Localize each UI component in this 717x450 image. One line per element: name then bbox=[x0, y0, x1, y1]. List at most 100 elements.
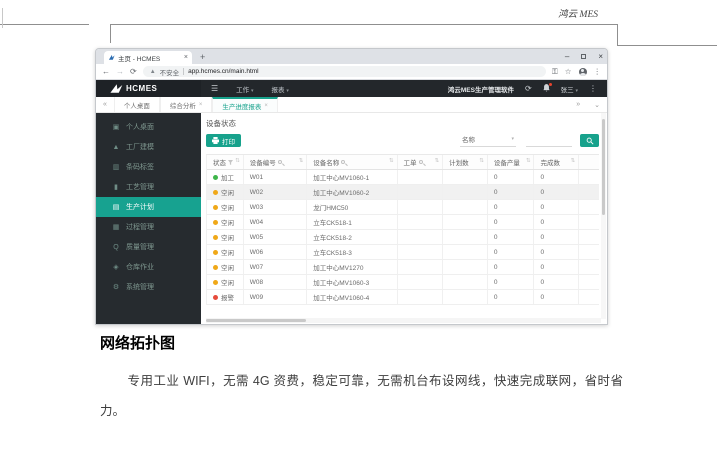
tab-close-icon[interactable]: × bbox=[199, 102, 203, 108]
column-search-icon[interactable] bbox=[278, 160, 282, 164]
tabs-scroll-left-icon[interactable]: « bbox=[96, 101, 114, 108]
sort-icon[interactable]: ⇅ bbox=[526, 159, 531, 165]
work-order bbox=[398, 260, 444, 274]
bookmark-star-icon[interactable]: ☆ bbox=[565, 68, 572, 76]
completed-qty: 0 bbox=[534, 170, 579, 184]
table-row[interactable]: 空闲 W07 加工中心MV1270 0 0 bbox=[207, 260, 599, 275]
sort-icon[interactable]: ⇅ bbox=[389, 159, 394, 165]
key-icon[interactable]: ⚿ bbox=[552, 68, 558, 76]
status-label: 空闲 bbox=[221, 247, 234, 257]
new-tab-button[interactable]: + bbox=[200, 51, 205, 64]
notification-bell-icon[interactable] bbox=[543, 84, 550, 94]
scrollbar-thumb[interactable] bbox=[206, 319, 306, 322]
table-row[interactable]: 报警 W09 加工中心MV1060-4 0 0 bbox=[207, 290, 599, 305]
sort-icon[interactable]: ⇅ bbox=[299, 159, 304, 165]
menu-work[interactable]: 工作 ▾ bbox=[236, 84, 253, 94]
table-row[interactable]: 空闲 W03 龙门HMC50 0 0 bbox=[207, 200, 599, 215]
window-minimize-button[interactable]: – bbox=[565, 53, 569, 61]
profile-avatar[interactable] bbox=[579, 68, 587, 76]
reload-icon[interactable]: ⟳ bbox=[130, 68, 137, 76]
output-qty: 0 bbox=[488, 260, 535, 274]
sidebar-item-process-engineering[interactable]: ▮工艺管理 bbox=[96, 177, 201, 197]
browser-address-bar: ← → ⟳ ▲ 不安全 app.hcmes.cn/main.html ⚿ ☆ ⋮ bbox=[96, 64, 607, 80]
tabs-scroll-right-icon[interactable]: » bbox=[569, 101, 587, 108]
equipment-name: 龙门HMC50 bbox=[307, 200, 397, 214]
app-topbar: HCMES ☰ 工作 ▾ 报表 ▾ 鸿云MES生产管理软件 ⟳ 张三 ▾ ⋮ bbox=[96, 80, 607, 97]
section-heading: 网络拓扑图 bbox=[100, 332, 175, 353]
equipment-no: W07 bbox=[244, 260, 308, 274]
sidebar: ▣个人桌面 ▲工厂建模 ▥条码标签 ▮工艺管理 ▤生产计划 ▦过程管理 Q质量管… bbox=[96, 113, 201, 325]
tabs-collapse-icon[interactable]: ⌄ bbox=[587, 101, 607, 109]
filter-funnel-icon[interactable] bbox=[228, 160, 233, 165]
sort-icon[interactable]: ⇅ bbox=[435, 159, 440, 165]
url-text[interactable]: app.hcmes.cn/main.html bbox=[188, 68, 258, 75]
table-row[interactable]: 空闲 W06 立车CK518-3 0 0 bbox=[207, 245, 599, 260]
url-separator bbox=[183, 68, 184, 75]
search-input[interactable] bbox=[526, 136, 572, 147]
menu-reports[interactable]: 报表 ▾ bbox=[272, 84, 289, 94]
table-row[interactable]: 空闲 W02 加工中心MV1060-2 0 0 bbox=[207, 185, 599, 200]
sidebar-item-barcode-labels[interactable]: ▥条码标签 bbox=[96, 157, 201, 177]
browser-tab[interactable]: 主页 - HCMES × bbox=[104, 51, 192, 64]
caret-down-icon: ▾ bbox=[575, 88, 578, 94]
work-order bbox=[398, 245, 444, 259]
sort-icon[interactable]: ⇅ bbox=[479, 159, 484, 165]
refresh-icon[interactable]: ⟳ bbox=[525, 85, 532, 93]
sidebar-item-production-planning[interactable]: ▤生产计划 bbox=[96, 197, 201, 217]
table-row[interactable]: 空闲 W05 立车CK518-2 0 0 bbox=[207, 230, 599, 245]
column-search-icon[interactable] bbox=[341, 160, 345, 164]
tab-close-icon[interactable]: × bbox=[264, 103, 268, 109]
browser-window: 主页 - HCMES × + – × ← → ⟳ ▲ 不安全 app.hcmes… bbox=[95, 48, 608, 325]
completed-qty: 0 bbox=[534, 290, 579, 304]
tab-production-progress-report[interactable]: 生产进度报表 × bbox=[212, 97, 278, 112]
horizontal-scrollbar[interactable] bbox=[206, 318, 601, 323]
completed-qty: 0 bbox=[534, 230, 579, 244]
window-close-button[interactable]: × bbox=[598, 53, 603, 61]
warehouse-icon: ◈ bbox=[112, 263, 120, 271]
sidebar-item-quality-management[interactable]: Q质量管理 bbox=[96, 237, 201, 257]
browser-menu-icon[interactable]: ⋮ bbox=[594, 68, 602, 76]
table-row[interactable]: 空闲 W04 立车CK518-1 0 0 bbox=[207, 215, 599, 230]
planned-qty bbox=[443, 290, 488, 304]
url-field[interactable]: ▲ 不安全 app.hcmes.cn/main.html bbox=[143, 66, 546, 77]
sidebar-item-warehouse-operations[interactable]: ◈仓库作业 bbox=[96, 257, 201, 277]
status-label: 空闲 bbox=[221, 262, 234, 272]
forward-icon[interactable]: → bbox=[116, 68, 124, 76]
caret-down-icon: ▾ bbox=[511, 136, 514, 142]
sidebar-item-factory-modeling[interactable]: ▲工厂建模 bbox=[96, 137, 201, 157]
not-secure-label[interactable]: 不安全 bbox=[160, 67, 180, 77]
equipment-name: 加工中心MV1060-1 bbox=[307, 170, 397, 184]
app-logo[interactable]: HCMES bbox=[96, 80, 201, 97]
table-row[interactable]: 空闲 W08 加工中心MV1060-3 0 0 bbox=[207, 275, 599, 290]
filter-field-select[interactable]: 名称 ▾ bbox=[460, 134, 516, 147]
print-button[interactable]: 打印 bbox=[206, 134, 241, 147]
sort-icon[interactable]: ⇅ bbox=[235, 159, 240, 165]
frame-border-right bbox=[617, 24, 618, 45]
planned-qty bbox=[443, 185, 488, 199]
equipment-name: 加工中心MV1270 bbox=[307, 260, 397, 274]
factory-icon: ▲ bbox=[112, 144, 120, 151]
equipment-no: W04 bbox=[244, 215, 308, 229]
table-row[interactable]: 加工 W01 加工中心MV1060-1 0 0 bbox=[207, 170, 599, 185]
tab-comprehensive-analysis[interactable]: 综合分析 × bbox=[160, 97, 213, 112]
user-menu[interactable]: 张三 ▾ bbox=[561, 84, 578, 94]
work-order bbox=[398, 230, 444, 244]
tab-close-icon[interactable]: × bbox=[184, 54, 188, 61]
sort-icon[interactable]: ⇅ bbox=[571, 159, 576, 165]
vertical-scrollbar[interactable] bbox=[601, 113, 606, 319]
equipment-no: W01 bbox=[244, 170, 308, 184]
brand-name: HCMES bbox=[126, 84, 157, 93]
sidebar-item-personal-desktop[interactable]: ▣个人桌面 bbox=[96, 117, 201, 137]
hamburger-menu-icon[interactable]: ☰ bbox=[211, 85, 218, 93]
body-paragraph: 专用工业 WIFI，无需 4G 资费，稳定可靠，无需机台布设网线，快速完成联网，… bbox=[100, 366, 623, 426]
sidebar-item-system-management[interactable]: ⚙系统管理 bbox=[96, 277, 201, 297]
column-search-icon[interactable] bbox=[419, 160, 423, 164]
back-icon[interactable]: ← bbox=[102, 68, 110, 76]
window-maximize-button[interactable] bbox=[581, 54, 586, 59]
status-label: 报警 bbox=[221, 292, 234, 302]
search-button[interactable] bbox=[580, 134, 599, 147]
tab-personal-desktop[interactable]: 个人桌面 bbox=[114, 97, 160, 112]
scrollbar-thumb[interactable] bbox=[602, 119, 605, 215]
app-more-icon[interactable]: ⋮ bbox=[589, 85, 597, 93]
sidebar-item-process-management[interactable]: ▦过程管理 bbox=[96, 217, 201, 237]
